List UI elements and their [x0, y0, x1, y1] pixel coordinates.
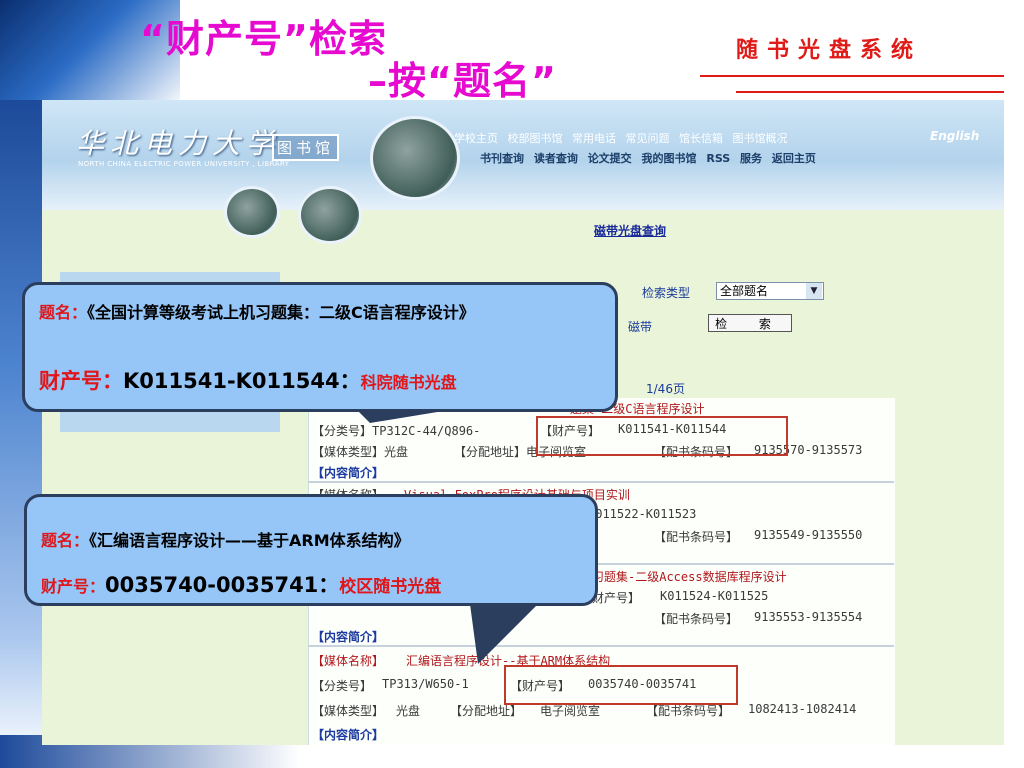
nav-link-school-home[interactable]: 学校主页	[454, 132, 498, 145]
callout-1: 题名：《全国计算等级考试上机习题集：二级C语言程序设计》 财产号：K011541…	[22, 282, 618, 412]
highlight-box-record-4	[504, 665, 738, 705]
record-3-intro-link[interactable]: 【内容简介】	[312, 628, 384, 645]
record-1-type: 【媒体类型】光盘	[312, 445, 409, 459]
record-4-type: 光盘	[396, 704, 421, 718]
search-button[interactable]: 检 索	[708, 314, 792, 332]
record-4-barcode: 1082413-1082414	[748, 702, 857, 716]
record-3-barcode-label: 【配书条码号】	[654, 612, 739, 626]
record-2-barcode-label: 【配书条码号】	[654, 530, 739, 544]
callout-1-title-label: 题名：	[39, 303, 88, 322]
callout-2-tail	[470, 604, 538, 664]
callout-2-title-value: 《汇编语言程序设计——基于ARM体系结构》	[89, 531, 410, 550]
record-2-prop: K011522-K011523	[588, 507, 697, 521]
title-underline-bottom	[736, 91, 1004, 93]
library-logo-box: 图书馆	[272, 134, 340, 161]
callout-2-source: 校区随书光盘	[339, 577, 442, 597]
callout-2-prop-row: 财产号：0035740-0035741：校区随书光盘	[41, 569, 441, 599]
callout-1-source: 科院随书光盘	[360, 373, 457, 392]
title-underline-top	[700, 75, 1004, 77]
callout-2-prop-label: 财产号：	[41, 577, 106, 596]
callout-1-title-row: 题名：《全国计算等级考试上机习题集：二级C语言程序设计》	[39, 303, 599, 323]
callout-2: 题名：《汇编语言程序设计——基于ARM体系结构》 财产号：0035740-003…	[24, 494, 598, 606]
record-3-title[interactable]: 试习题集-二级Access数据库程序设计	[580, 568, 787, 585]
record-4-class-label: 【分类号】	[312, 679, 373, 693]
library-sub-nav: 书刊查询 读者查询 论文提交 我的图书馆 RSS 服务 返回主页	[480, 150, 816, 166]
nav-link-director-mailbox[interactable]: 馆长信箱	[679, 132, 723, 145]
nav-link-library-overview[interactable]: 图书馆概况	[733, 132, 788, 145]
nav-link-english[interactable]: English	[930, 129, 979, 143]
library-logo-text: 华北电力大学	[76, 127, 281, 160]
slide-title-line1: “财产号”检索	[140, 17, 387, 61]
record-4-class: TP313/W650-1	[382, 677, 469, 691]
callout-1-prop-row: 财产号：K011541-K011544：科院随书光盘	[39, 365, 457, 395]
callout-2-prop-value: 0035740-0035741：	[105, 573, 340, 597]
callout-1-prop-label: 财产号：	[39, 369, 123, 393]
record-1-intro-link[interactable]: 【内容简介】	[312, 464, 384, 481]
nav-link-main-library[interactable]: 校部图书馆	[508, 132, 563, 145]
search-type-label: 检索类型	[642, 286, 691, 300]
library-photo-small	[224, 186, 280, 238]
record-3-prop: K011524-K011525	[660, 589, 769, 603]
library-top-nav: 学校主页 校部图书馆 常用电话 常见问题 馆长信箱 图书馆概况	[454, 130, 788, 146]
callout-2-title-label: 题名：	[41, 531, 90, 550]
record-1-class: 【分类号】TP312C-44/Q896-	[312, 424, 481, 438]
record-4-name-label: 【媒体名称】	[312, 654, 385, 668]
library-photo-small	[298, 186, 362, 244]
slide-left-decoration	[0, 100, 42, 768]
chevron-down-icon[interactable]: ▼	[806, 283, 822, 299]
system-title: 随书光盘系统	[736, 38, 923, 63]
record-4-intro-link[interactable]: 【内容简介】	[312, 726, 384, 743]
record-divider	[308, 645, 894, 647]
nav-link-return-home[interactable]: 返回主页	[772, 152, 816, 165]
nav-link-my-library[interactable]: 我的图书馆	[642, 152, 697, 165]
callout-1-title-value: 《全国计算等级考试上机习题集：二级C语言程序设计》	[87, 303, 475, 322]
library-photo-main	[370, 116, 460, 200]
record-3-barcode: 9135553-9135554	[754, 610, 863, 624]
disc-query-link[interactable]: 磁带光盘查询	[594, 222, 666, 239]
medium-label: 磁带	[628, 320, 653, 334]
nav-link-catalog-search[interactable]: 书刊查询	[480, 152, 524, 165]
record-4-type-label: 【媒体类型】	[312, 704, 385, 718]
callout-1-prop-value: K011541-K011544：	[123, 369, 361, 393]
library-logo-english: NORTH CHINA ELECTRIC POWER UNIVERSITY , …	[78, 160, 290, 168]
callout-2-title-row: 题名：《汇编语言程序设计——基于ARM体系结构》	[41, 527, 410, 551]
slide-title-line2: –按“题名”	[368, 59, 557, 103]
highlight-box-record-1	[536, 416, 788, 456]
page-indicator: 1/46页	[646, 382, 685, 396]
nav-link-rss[interactable]: RSS 服务	[706, 152, 762, 165]
nav-link-faq[interactable]: 常见问题	[626, 132, 670, 145]
nav-link-phones[interactable]: 常用电话	[572, 132, 616, 145]
nav-link-thesis-submit[interactable]: 论文提交	[588, 152, 632, 165]
record-divider	[308, 481, 894, 483]
nav-link-reader-search[interactable]: 读者查询	[534, 152, 578, 165]
record-2-barcode: 9135549-9135550	[754, 528, 863, 542]
